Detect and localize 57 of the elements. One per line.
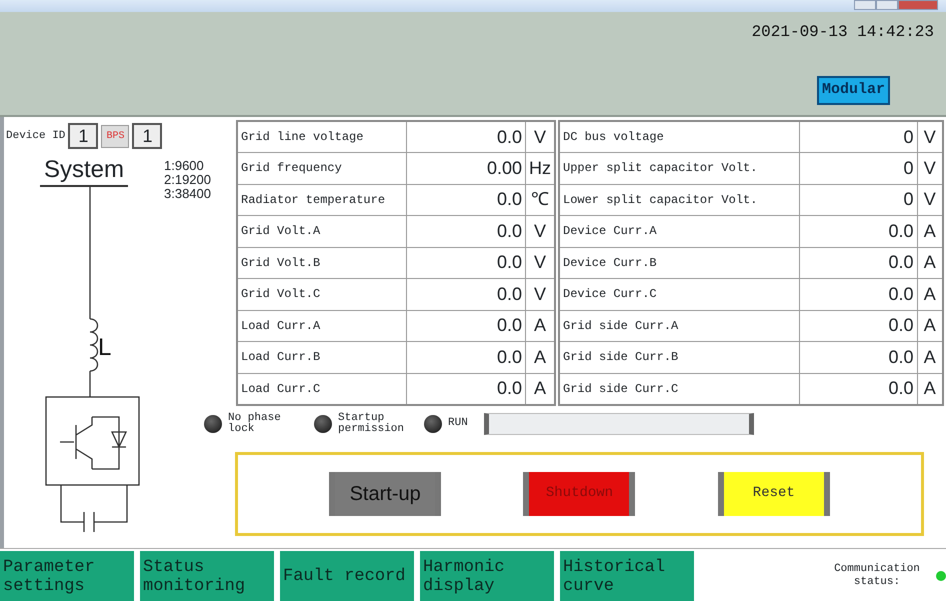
table-cell: Device Curr.A (559, 216, 799, 247)
table-cell: Grid side Curr.B (559, 342, 799, 373)
nav-tab[interactable]: Harmonic display (420, 551, 554, 601)
table-cell: Grid frequency (237, 152, 406, 184)
minimize-icon[interactable] (854, 0, 876, 10)
table-cell: DC bus voltage (559, 121, 799, 152)
value-cell: 0.0 (406, 342, 526, 373)
table-cell: Grid Volt.B (237, 247, 406, 278)
table-cell: Grid line voltage (237, 121, 406, 152)
nav-tab[interactable]: Historical curve (560, 551, 694, 601)
value-cell: 0 (799, 184, 917, 216)
indicator-label: Startup permission (338, 412, 406, 434)
start-up-button[interactable]: Start-up (329, 472, 442, 516)
nav-tab[interactable]: Parameter settings (0, 551, 134, 601)
device-id-label: Device ID (6, 128, 66, 144)
reset-button[interactable]: Reset (718, 472, 830, 516)
value-cell: 0.0 (406, 247, 526, 278)
nav-tab[interactable]: Status monitoring (140, 551, 274, 601)
indicator-label: No phase lock (228, 412, 282, 434)
communication-status-label: Communication status: (833, 563, 921, 589)
value-cell: 0.0 (406, 184, 526, 216)
value-cell: 0.0 (799, 278, 917, 310)
bps-button[interactable]: BPS (101, 124, 130, 148)
table-cell: Device Curr.C (559, 278, 799, 310)
device-id-field[interactable]: 1 (68, 123, 98, 149)
maximize-icon[interactable] (876, 0, 898, 10)
nav-tab[interactable]: Fault record (280, 551, 414, 601)
table-cell: Upper split capacitor Volt. (559, 152, 799, 184)
table-cell: Grid Volt.C (237, 278, 406, 310)
value-cell: 0.0 (406, 278, 526, 310)
datetime: 2021-09-13 14:42:23 (752, 22, 934, 43)
value-cell: 0.00 (406, 152, 526, 184)
indicator-label: RUN (448, 418, 468, 429)
baud-rate-text: 3:38400 (164, 187, 211, 201)
table-cell: Lower split capacitor Volt. (559, 184, 799, 216)
table-cell: Load Curr.B (237, 342, 406, 373)
baud-rate-text: 1:9600 (164, 159, 205, 173)
value-cell: 0.0 (799, 216, 917, 247)
baud-rate-text: 2:19200 (164, 173, 211, 187)
value-cell: 0 (799, 152, 917, 184)
value-cell: 0.0 (406, 216, 526, 247)
value-cell: 0.0 (406, 121, 526, 152)
mode-badge: Modular (816, 76, 890, 104)
table-cell: Grid side Curr.A (559, 310, 799, 342)
value-cell: 0.0 (799, 247, 917, 278)
inductor-label: L (98, 334, 112, 361)
system-label: System (40, 155, 128, 187)
value-cell: 0.0 (799, 342, 917, 373)
value-cell: 0.0 (406, 310, 526, 342)
value-cell: 0.0 (799, 310, 917, 342)
table-cell: Grid Volt.A (237, 216, 406, 247)
table-cell: Load Curr.A (237, 310, 406, 342)
bps-field[interactable]: 1 (132, 123, 162, 149)
close-icon[interactable] (898, 0, 938, 10)
table-cell: Radiator temperature (237, 184, 406, 216)
value-cell: 0 (799, 121, 917, 152)
table-cell: Device Curr.B (559, 247, 799, 278)
